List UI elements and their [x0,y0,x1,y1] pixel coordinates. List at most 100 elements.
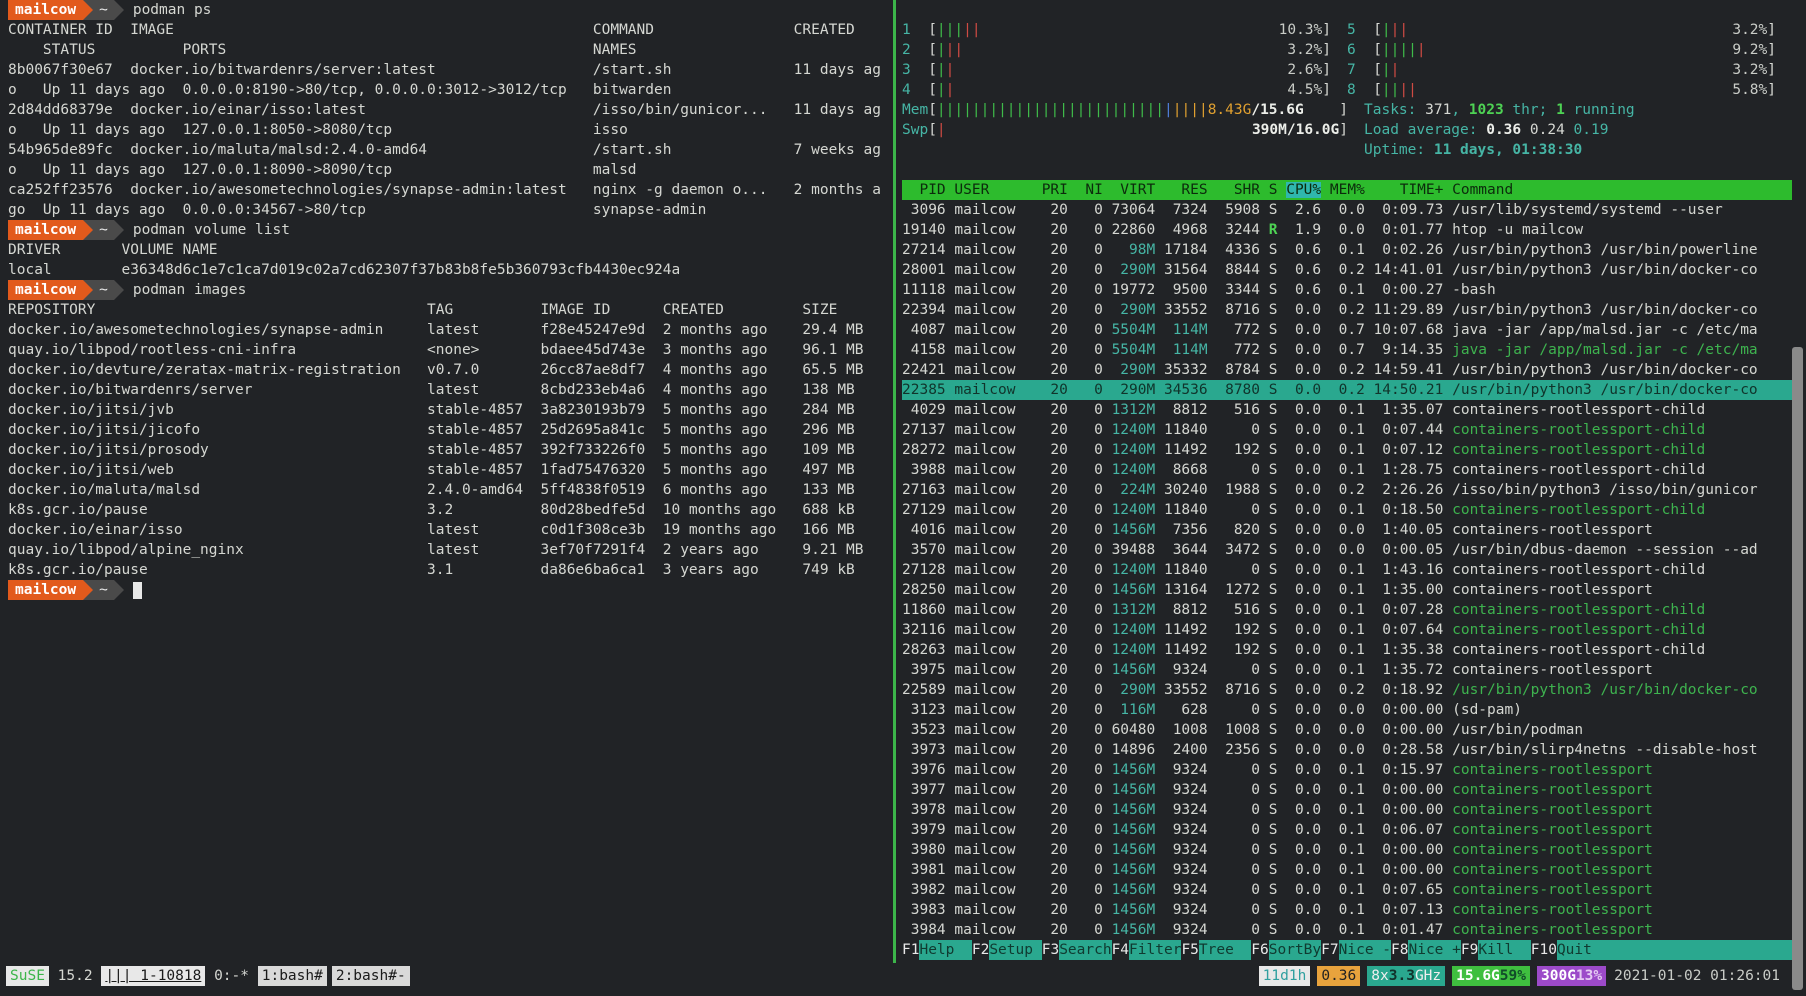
htop-process-row[interactable]: 3976 mailcow 20 0 1456M 9324 0 S 0.0 0.1… [902,760,1792,780]
htop-process-row[interactable]: 3984 mailcow 20 0 1456M 9324 0 S 0.0 0.1… [902,920,1792,940]
htop-column-header-pri[interactable]: PRI [1042,182,1068,198]
htop-process-row[interactable]: 4158 mailcow 20 0 5504M 114M 772 S 0.0 0… [902,340,1792,360]
htop-process-row[interactable]: 3979 mailcow 20 0 1456M 9324 0 S 0.0 0.1… [902,820,1792,840]
htop-column-header-res[interactable]: RES [1164,182,1208,198]
htop-process-row[interactable]: 3981 mailcow 20 0 1456M 9324 0 S 0.0 0.1… [902,860,1792,880]
status-session-flag: 0:-* [205,966,257,986]
volume-table-header: DRIVER VOLUME NAME [8,240,892,260]
fkey-label-nice[interactable]: Nice + [1408,940,1460,960]
htop-column-header-ni[interactable]: NI [1077,182,1103,198]
meter-bar-tick: | [1382,20,1391,40]
cpu-meter-bar: |||3.2% [1382,20,1767,40]
prompt-path: ~ [93,220,114,240]
tmux-pane-divider[interactable] [893,0,896,963]
status-mem-total: 15.6G [1456,968,1500,984]
htop-process-row[interactable]: 3123 mailcow 20 0 116M 628 0 S 0.0 0.0 0… [902,700,1792,720]
shell-prompt: mailcow~podman ps [8,0,892,20]
status-cpu-freq: 3.3 [1389,968,1415,984]
swap-meter-label: Swp [902,120,928,140]
htop-column-header-mem[interactable]: MEM% [1330,182,1365,198]
htop-column-header-cpu[interactable]: CPU% [1286,182,1321,198]
htop-process-row[interactable]: 27163 mailcow 20 0 224M 30240 1988 S 0.0… [902,480,1792,500]
fkey-f6[interactable]: F6 [1251,940,1268,960]
htop-process-row[interactable]: 3977 mailcow 20 0 1456M 9324 0 S 0.0 0.1… [902,780,1792,800]
fkey-label-filter[interactable]: Filter [1129,940,1181,960]
meter-bar-tick: | [1199,100,1208,120]
htop-process-row[interactable]: 28272 mailcow 20 0 1240M 11492 192 S 0.0… [902,440,1792,460]
htop-column-header-virt[interactable]: VIRT [1112,182,1156,198]
process-command: -bash [1452,282,1496,298]
images-table-row: docker.io/devture/zeratax-matrix-registr… [8,360,892,380]
htop-process-row[interactable]: 28250 mailcow 20 0 1456M 13164 1272 S 0.… [902,580,1792,600]
fkey-label-tree[interactable]: Tree [1199,940,1251,960]
fkey-f5[interactable]: F5 [1181,940,1198,960]
htop-column-header-user[interactable]: USER [954,182,1033,198]
terminal-scrollbar[interactable] [1792,347,1803,990]
htop-column-header-command[interactable]: Command [1452,182,1513,198]
htop-process-row[interactable]: 3096 mailcow 20 0 73064 7324 5908 S 2.6 … [902,200,1792,220]
fkey-label-quit[interactable]: Quit [1557,940,1609,960]
fkey-label-sortby[interactable]: SortBy [1269,940,1321,960]
htop-process-row[interactable]: 4016 mailcow 20 0 1456M 7356 820 S 0.0 0… [902,520,1792,540]
process-command: /isso/bin/python3 /isso/bin/gunicor [1452,482,1758,498]
fkey-label-nice[interactable]: Nice - [1339,940,1391,960]
fkey-f7[interactable]: F7 [1321,940,1338,960]
meter-bar-tick: | [1173,100,1182,120]
htop-process-table-header[interactable]: PID USER PRI NI VIRT RES SHR S CPU% MEM%… [902,180,1792,200]
htop-process-row[interactable]: 3523 mailcow 20 0 60480 1008 1008 S 0.0 … [902,720,1792,740]
process-command: htop -u mailcow [1452,222,1583,238]
meter-bar-tick: | [1391,20,1400,40]
htop-process-row[interactable]: 3988 mailcow 20 0 1240M 8668 0 S 0.0 0.1… [902,460,1792,480]
fkey-f3[interactable]: F3 [1042,940,1059,960]
htop-column-header-s[interactable]: S [1269,182,1278,198]
cpu-meter-label: 1 [902,20,928,40]
htop-process-row[interactable]: 4029 mailcow 20 0 1312M 8812 516 S 0.0 0… [902,400,1792,420]
htop-process-row[interactable]: 27128 mailcow 20 0 1240M 11840 0 S 0.0 0… [902,560,1792,580]
tmux-pane-right-htop[interactable]: 1[|||||10.3%]5[|||3.2%]2[|||3.2%]6[|||||… [902,0,1792,962]
htop-process-row[interactable]: 3980 mailcow 20 0 1456M 9324 0 S 0.0 0.1… [902,840,1792,860]
fkey-f8[interactable]: F8 [1391,940,1408,960]
htop-column-header-time[interactable]: TIME+ [1374,182,1444,198]
htop-tasks-line: Tasks: 371, 1023 thr; 1 running [1364,100,1635,120]
htop-process-row[interactable]: 3570 mailcow 20 0 39488 3644 3472 S 0.0 … [902,540,1792,560]
fkey-f1[interactable]: F1 [902,940,919,960]
meter-bar-tick: | [1399,80,1408,100]
htop-process-row[interactable]: 11860 mailcow 20 0 1312M 8812 516 S 0.0 … [902,600,1792,620]
fkey-label-help[interactable]: Help [919,940,971,960]
htop-process-row[interactable]: 3982 mailcow 20 0 1456M 9324 0 S 0.0 0.1… [902,880,1792,900]
fkey-f4[interactable]: F4 [1112,940,1129,960]
htop-process-row[interactable]: 22394 mailcow 20 0 290M 33552 8716 S 0.0… [902,300,1792,320]
meter-bar-tick: | [1068,100,1077,120]
htop-process-row[interactable]: 3978 mailcow 20 0 1456M 9324 0 S 0.0 0.1… [902,800,1792,820]
htop-process-row[interactable]: 27137 mailcow 20 0 1240M 11840 0 S 0.0 0… [902,420,1792,440]
status-window-1[interactable]: 1:bash# [258,966,327,986]
htop-column-header-shr[interactable]: SHR [1216,182,1260,198]
htop-process-row[interactable]: 27214 mailcow 20 0 98M 17184 4336 S 0.6 … [902,240,1792,260]
htop-process-row[interactable]: 22421 mailcow 20 0 290M 35332 8784 S 0.0… [902,360,1792,380]
htop-process-row[interactable]: 32116 mailcow 20 0 1240M 11492 192 S 0.0… [902,620,1792,640]
meter-bar-tick: | [937,40,946,60]
fkey-label-search[interactable]: Search [1059,940,1111,960]
htop-process-row[interactable]: 19140 mailcow 20 0 22860 4968 3244 R 1.9… [902,220,1792,240]
htop-process-row[interactable]: 28001 mailcow 20 0 290M 31564 8844 S 0.6… [902,260,1792,280]
htop-process-row[interactable]: 11118 mailcow 20 0 19772 9500 3344 S 0.6… [902,280,1792,300]
fkey-label-kill[interactable]: Kill [1478,940,1530,960]
fkey-f10[interactable]: F10 [1531,940,1557,960]
htop-column-header-pid[interactable]: PID [902,182,946,198]
htop-top-margin [902,0,1792,20]
htop-process-row[interactable]: 22385 mailcow 20 0 290M 34536 8780 S 0.0… [902,380,1792,400]
meter-bar-tick: | [1016,100,1025,120]
htop-process-row[interactable]: 22589 mailcow 20 0 290M 33552 8716 S 0.0… [902,680,1792,700]
htop-process-row[interactable]: 3973 mailcow 20 0 14896 2400 2356 S 0.0 … [902,740,1792,760]
htop-process-row[interactable]: 3975 mailcow 20 0 1456M 9324 0 S 0.0 0.1… [902,660,1792,680]
htop-process-row[interactable]: 4087 mailcow 20 0 5504M 114M 772 S 0.0 0… [902,320,1792,340]
htop-process-row[interactable]: 3983 mailcow 20 0 1456M 9324 0 S 0.0 0.1… [902,900,1792,920]
status-window-2[interactable]: 2:bash#- [332,966,410,986]
fkey-f2[interactable]: F2 [972,940,989,960]
fkey-label-setup[interactable]: Setup [989,940,1041,960]
tmux-pane-left-shell[interactable]: mailcow~podman psCONTAINER ID IMAGE COMM… [8,0,892,962]
fkey-f9[interactable]: F9 [1461,940,1478,960]
htop-process-row[interactable]: 27129 mailcow 20 0 1240M 11840 0 S 0.0 0… [902,500,1792,520]
status-window-badge[interactable]: ||| 1-10818 [101,966,205,986]
htop-process-row[interactable]: 28263 mailcow 20 0 1240M 11492 192 S 0.0… [902,640,1792,660]
